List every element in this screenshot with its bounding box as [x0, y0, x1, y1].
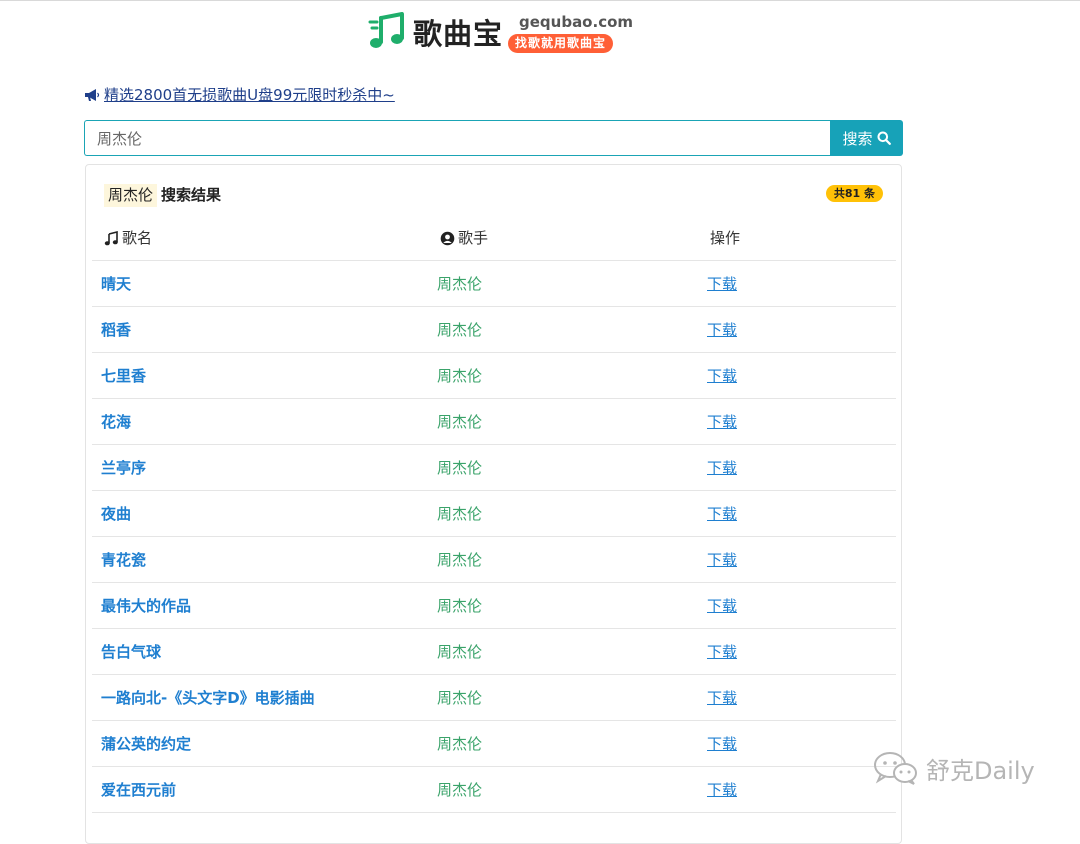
song-title-link[interactable]: 爱在西元前	[101, 780, 176, 800]
artist-name: 周杰伦	[437, 735, 483, 753]
column-artist-label: 歌手	[458, 229, 489, 247]
results-header: 周杰伦 搜索结果	[104, 183, 221, 207]
artist-name: 周杰伦	[437, 551, 483, 569]
artist-name: 周杰伦	[437, 367, 483, 385]
table-row: 爱在西元前 周杰伦 下载	[92, 767, 896, 813]
table-row: 最伟大的作品 周杰伦 下载	[92, 583, 896, 629]
search-input[interactable]	[84, 120, 830, 156]
music-note-icon	[104, 230, 118, 245]
artist-name: 周杰伦	[437, 275, 483, 293]
column-header-action: 操作	[710, 228, 740, 248]
download-link[interactable]: 下载	[707, 688, 737, 708]
search-bar: 搜索	[84, 120, 903, 156]
user-circle-icon	[440, 231, 455, 245]
table-row: 蒲公英的约定 周杰伦 下载	[92, 721, 896, 767]
column-header-name: 歌名	[104, 228, 152, 248]
result-count-badge: 共81 条	[825, 185, 883, 202]
table-row: 青花瓷 周杰伦 下载	[92, 537, 896, 583]
top-divider	[0, 0, 1080, 1]
artist-name: 周杰伦	[437, 459, 483, 477]
artist-name: 周杰伦	[437, 597, 483, 615]
download-link[interactable]: 下载	[707, 596, 737, 616]
logo-name: 歌曲宝	[413, 17, 504, 51]
song-title-link[interactable]: 告白气球	[101, 642, 161, 662]
download-link[interactable]: 下载	[707, 274, 737, 294]
search-button-label: 搜索	[842, 129, 873, 148]
download-link[interactable]: 下载	[707, 780, 737, 800]
song-title-link[interactable]: 蒲公英的约定	[101, 734, 191, 754]
artist-name: 周杰伦	[437, 643, 483, 661]
artist-name: 周杰伦	[437, 321, 483, 339]
artist-name: 周杰伦	[437, 505, 483, 523]
music-note-icon	[368, 12, 404, 48]
promo-banner[interactable]: 精选2800首无损歌曲U盘99元限时秒杀中~	[84, 85, 395, 105]
download-link[interactable]: 下载	[707, 458, 737, 478]
column-name-label: 歌名	[122, 229, 153, 247]
results-list: 晴天 周杰伦 下载 稻香 周杰伦 下载 七里香 周杰伦 下载 花海 周杰伦 下载 兰亭序 周杰伦 下载 夜曲周…	[92, 261, 896, 813]
table-row: 七里香 周杰伦 下载	[92, 353, 896, 399]
song-title-link[interactable]: 青花瓷	[101, 550, 146, 570]
download-link[interactable]: 下载	[707, 504, 737, 524]
logo-slogan: 找歌就用歌曲宝	[508, 34, 614, 53]
logo-domain: gequbao.com	[519, 13, 634, 31]
table-row: 兰亭序 周杰伦 下载	[92, 445, 896, 491]
artist-name: 周杰伦	[437, 413, 483, 431]
song-title-link[interactable]: 晴天	[101, 274, 131, 294]
promo-link[interactable]: 精选2800首无损歌曲U盘99元限时秒杀中~	[104, 85, 395, 105]
download-link[interactable]: 下载	[707, 642, 737, 662]
table-row: 花海 周杰伦 下载	[92, 399, 896, 445]
wechat-icon	[874, 752, 917, 785]
artist-name: 周杰伦	[437, 781, 483, 799]
song-title-link[interactable]: 花海	[101, 412, 131, 432]
table-header: 歌名 歌手 操作	[92, 215, 896, 261]
download-link[interactable]: 下载	[707, 366, 737, 386]
download-link[interactable]: 下载	[707, 320, 737, 340]
song-title-link[interactable]: 兰亭序	[101, 458, 146, 478]
download-link[interactable]: 下载	[707, 550, 737, 570]
song-title-link[interactable]: 七里香	[101, 366, 146, 386]
search-button[interactable]: 搜索	[830, 120, 903, 156]
download-link[interactable]: 下载	[707, 734, 737, 754]
results-card: 周杰伦 搜索结果 共81 条 歌名 歌手 操作 晴天 周杰伦 下载 稻香 周杰伦 下载 七里…	[85, 164, 902, 844]
song-title-link[interactable]: 夜曲	[101, 504, 131, 524]
watermark: 舒克Daily	[872, 750, 1035, 786]
results-label: 搜索结果	[161, 185, 222, 204]
song-title-link[interactable]: 稻香	[101, 320, 131, 340]
table-row: 告白气球 周杰伦 下载	[92, 629, 896, 675]
table-row: 一路向北-《头文字D》电影插曲 周杰伦 下载	[92, 675, 896, 721]
query-tag: 周杰伦	[104, 183, 158, 207]
watermark-text: 舒克Daily	[926, 756, 1035, 785]
megaphone-icon	[85, 89, 100, 101]
download-link[interactable]: 下载	[707, 412, 737, 432]
song-title-link[interactable]: 最伟大的作品	[101, 596, 191, 616]
column-header-artist: 歌手	[440, 228, 488, 248]
column-action-label: 操作	[710, 229, 741, 247]
table-row: 稻香 周杰伦 下载	[92, 307, 896, 353]
search-icon	[877, 131, 891, 145]
table-row: 夜曲 周杰伦 下载	[92, 491, 896, 537]
artist-name: 周杰伦	[437, 689, 483, 707]
site-logo[interactable]: 歌曲宝 gequbao.com 找歌就用歌曲宝	[368, 12, 633, 56]
song-title-link[interactable]: 一路向北-《头文字D》电影插曲	[101, 688, 315, 708]
table-row: 晴天 周杰伦 下载	[92, 261, 896, 307]
